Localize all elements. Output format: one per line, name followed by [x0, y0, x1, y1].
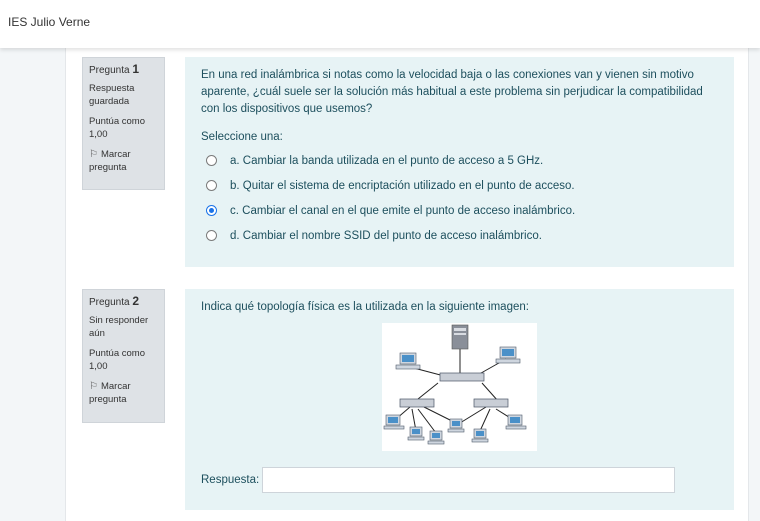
question-1-content: En una red inalámbrica si notas como la …	[185, 57, 734, 267]
question-1-grade: Puntúa como 1,00	[89, 116, 145, 140]
radio-a[interactable]	[206, 155, 217, 166]
answer-option-c[interactable]: c. Cambiar el canal en el que emite el p…	[201, 198, 718, 223]
question-1-answers: a. Cambiar la banda utilizada en el punt…	[201, 148, 718, 248]
site-name-link[interactable]: IES Julio Verne	[8, 15, 90, 29]
question-1-flag-toggle[interactable]: ⚐ Marcar pregunta	[89, 148, 158, 174]
question-2-info: Pregunta 2 Sin responder aún Puntúa como…	[82, 289, 165, 423]
question-2-content: Indica qué topología física es la utiliz…	[185, 289, 734, 510]
question-2-grade: Puntúa como 1,00	[89, 348, 145, 372]
answer-label: Respuesta:	[201, 474, 260, 486]
answer-option-d[interactable]: d. Cambiar el nombre SSID del punto de a…	[201, 223, 718, 248]
answer-option-b[interactable]: b. Quitar el sistema de encriptación uti…	[201, 173, 718, 198]
question-2-text: Indica qué topología física es la utiliz…	[201, 301, 529, 313]
flag-icon: ⚐	[89, 381, 98, 392]
answer-option-a[interactable]: a. Cambiar la banda utilizada en el punt…	[201, 148, 718, 173]
radio-b[interactable]	[206, 180, 217, 191]
answer-option-label: b. Quitar el sistema de encriptación uti…	[230, 179, 575, 192]
question-2-flag-toggle[interactable]: ⚐ Marcar pregunta	[89, 380, 158, 406]
answer-option-label: c. Cambiar el canal en el que emite el p…	[230, 204, 576, 217]
answer-option-label: d. Cambiar el nombre SSID del punto de a…	[230, 229, 542, 242]
flag-icon: ⚐	[89, 149, 98, 160]
question-1-prompt: Seleccione una:	[201, 131, 283, 143]
answer-text-input[interactable]	[262, 467, 676, 493]
answer-option-label: a. Cambiar la banda utilizada en el punt…	[230, 154, 544, 167]
network-topology-image	[382, 323, 537, 451]
top-navbar: IES Julio Verne	[0, 0, 760, 48]
question-1-number: Pregunta 1	[89, 62, 140, 77]
question-2-number: Pregunta 2	[89, 294, 140, 309]
question-1-text: En una red inalámbrica si notas como la …	[201, 69, 703, 115]
question-1-info: Pregunta 1 Respuesta guardada Puntúa com…	[82, 57, 165, 190]
question-2-answer-line: Respuesta:	[201, 467, 676, 493]
radio-d[interactable]	[206, 230, 217, 241]
question-2-state: Sin responder aún	[89, 315, 149, 339]
radio-c[interactable]	[206, 205, 217, 216]
question-1-state: Respuesta guardada	[89, 83, 135, 107]
